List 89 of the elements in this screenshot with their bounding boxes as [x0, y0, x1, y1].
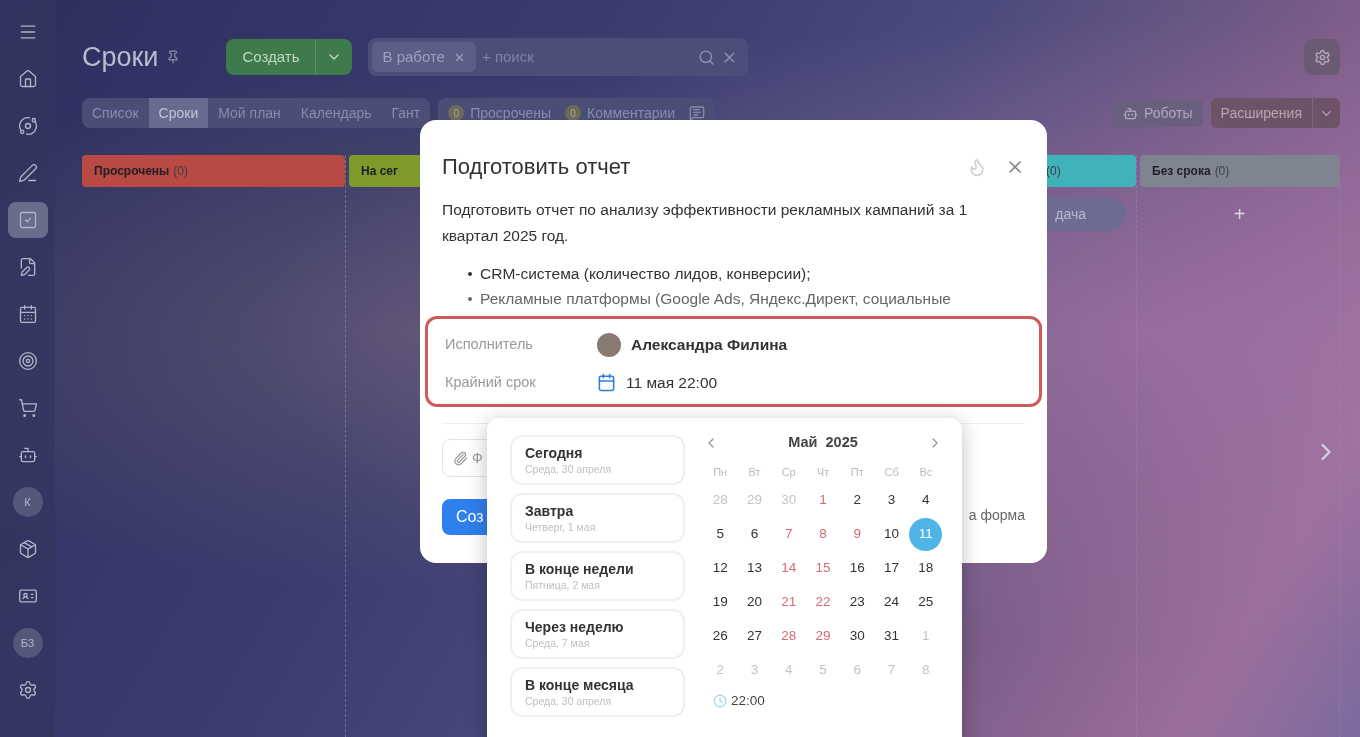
weekday-label: Вт — [747, 464, 762, 480]
calendar-day[interactable]: 18 — [909, 551, 943, 585]
filter-chip[interactable]: В работе — [372, 42, 476, 72]
form-link[interactable]: а форма — [968, 504, 1025, 526]
page-title: Сроки — [82, 40, 159, 74]
field-label: Крайний срок — [445, 372, 537, 392]
column-title: Без срока — [1152, 163, 1211, 180]
description-bullet: Рекламные платформы (Google Ads, Яндекс.Директ, социальные — [468, 286, 1025, 311]
settings-button[interactable] — [1304, 39, 1340, 75]
calendar-day[interactable]: 21 — [772, 585, 806, 619]
deadline-value[interactable]: 11 мая 22:00 — [626, 371, 718, 395]
calendar-day[interactable]: 14 — [772, 551, 806, 585]
calendar-day[interactable]: 25 — [909, 585, 943, 619]
calendar-day[interactable]: 1 — [806, 483, 840, 517]
view-tab[interactable]: Мой план — [208, 98, 291, 128]
user-avatar[interactable]: К — [12, 487, 43, 517]
view-tab[interactable]: Гант — [381, 98, 431, 128]
calendar-day[interactable]: 13 — [737, 551, 771, 585]
column-title: На сег — [361, 163, 399, 180]
create-button[interactable]: Создать — [226, 39, 316, 75]
weekday-label: Сб — [883, 464, 900, 480]
calendar-day[interactable]: 2 — [840, 483, 874, 517]
month-title: Май 2025 — [788, 433, 858, 453]
search-icon[interactable] — [698, 48, 716, 66]
date-preset[interactable]: Через неделю Среда, 7 мая — [510, 609, 685, 659]
clock-icon — [713, 694, 727, 709]
user-avatar[interactable]: БЗ — [12, 628, 43, 658]
view-tab[interactable]: Список — [82, 98, 149, 128]
calendar-day[interactable]: 4 — [909, 483, 943, 517]
date-preset[interactable]: Завтра Четверг, 1 мая — [510, 493, 685, 543]
weekday-label: Ср — [780, 464, 797, 480]
column-title: Просрочены — [94, 163, 170, 180]
weekday-label: Чт — [815, 464, 831, 480]
settings-icon — [1313, 48, 1331, 66]
weekday-label: Пт — [849, 464, 865, 480]
calendar-day[interactable]: 6 — [737, 517, 771, 551]
robot-icon — [1123, 105, 1139, 121]
description-bullet: CRM-система (количество лидов, конверсии); — [468, 261, 1025, 286]
column-count: (0) — [1046, 163, 1061, 180]
calendar-icon — [597, 373, 616, 393]
calendar-day[interactable]: 11 — [909, 517, 943, 551]
field-label: Исполнитель — [445, 335, 534, 355]
calendar-day[interactable]: 20 — [737, 585, 771, 619]
calendar-day[interactable]: 24 — [875, 585, 909, 619]
calendar-day[interactable]: 22 — [806, 585, 840, 619]
calendar-day[interactable]: 30 — [772, 483, 806, 517]
date-preset[interactable]: В конце недели Пятница, 2 мая — [510, 551, 685, 601]
calendar-day[interactable]: 7 — [772, 517, 806, 551]
time-value[interactable]: 22:00 — [731, 691, 765, 712]
calendar-day[interactable]: 5 — [703, 517, 737, 551]
calendar-day[interactable]: 8 — [806, 517, 840, 551]
calendar-day[interactable]: 31 — [875, 619, 909, 653]
calendar-day[interactable]: 28 — [772, 619, 806, 653]
date-preset[interactable]: В конце месяца Среда, 30 апреля — [510, 667, 685, 717]
calendar-day[interactable]: 16 — [840, 551, 874, 585]
view-tab[interactable]: Календарь — [290, 98, 382, 128]
avatar — [597, 333, 621, 357]
date-preset[interactable]: Сегодня Среда, 30 апреля — [510, 435, 685, 485]
calendar-day[interactable]: 6 — [840, 653, 874, 687]
extensions-button[interactable]: Расширения — [1210, 98, 1312, 128]
pin-icon[interactable] — [166, 50, 181, 64]
calendar-day[interactable]: 26 — [703, 619, 737, 653]
dialog-title: Подготовить отчет — [442, 153, 632, 181]
weekday-label: Пн — [712, 464, 729, 480]
calendar-day[interactable]: 15 — [806, 551, 840, 585]
calendar-day[interactable]: 12 — [703, 551, 737, 585]
calendar-day[interactable]: 8 — [909, 653, 943, 687]
calendar-day[interactable]: 27 — [737, 619, 771, 653]
assignee-name[interactable]: Александра Филина — [631, 333, 788, 357]
view-tab[interactable]: Сроки — [148, 98, 209, 128]
calendar-day[interactable]: 30 — [840, 619, 874, 653]
task-description: Подготовить отчет по анализу эффективности рекламных кампаний за 1 квартал 2025 год. — [442, 200, 969, 246]
calendar-day[interactable]: 17 — [875, 551, 909, 585]
calendar-day[interactable]: 10 — [875, 517, 909, 551]
column-count: (0) — [173, 163, 188, 180]
column-count: (0) — [1214, 163, 1230, 180]
calendar-day[interactable]: 29 — [806, 619, 840, 653]
calendar-day[interactable]: 3 — [875, 483, 909, 517]
calendar-day[interactable]: 23 — [840, 585, 874, 619]
checkbox-icon[interactable] — [7, 202, 48, 238]
paperclip-icon — [453, 450, 468, 466]
calendar-day[interactable]: 28 — [703, 483, 737, 517]
robots-button[interactable]: Роботы — [1113, 99, 1203, 127]
chat-icon[interactable] — [689, 105, 706, 121]
calendar-day[interactable]: 29 — [737, 483, 771, 517]
add-button[interactable]: + — [1150, 197, 1329, 231]
calendar-day[interactable]: 9 — [840, 517, 874, 551]
weekday-label: Вс — [918, 464, 934, 480]
calendar-day[interactable]: 19 — [703, 585, 737, 619]
